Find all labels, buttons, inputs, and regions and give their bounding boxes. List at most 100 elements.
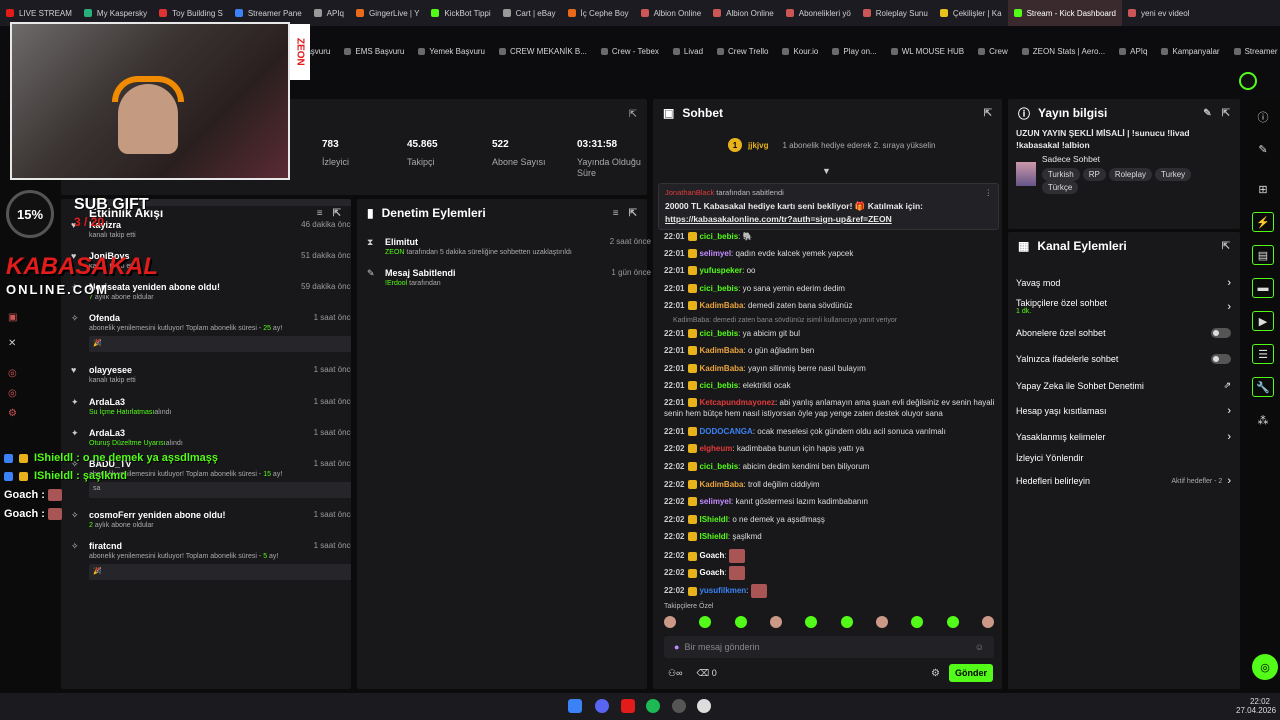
moderation-by[interactable]: ZEON	[385, 249, 404, 256]
media-icon[interactable]	[697, 699, 711, 713]
browser-icon[interactable]	[621, 699, 635, 713]
chat-username[interactable]: selimyel	[699, 497, 731, 506]
browser-tab[interactable]: KickBot Tippi	[425, 0, 496, 26]
avatar[interactable]	[1239, 72, 1257, 90]
bookmark-item[interactable]: Livad	[672, 47, 703, 56]
stream-tag[interactable]: Turkey	[1155, 168, 1192, 181]
expand-icon[interactable]: ⇱	[333, 208, 341, 219]
grid-icon[interactable]: ⊞	[1252, 179, 1274, 199]
channel-action-item[interactable]: İzleyici Yönlendir	[1016, 453, 1231, 463]
users-icon[interactable]: ⚇∞	[668, 668, 682, 679]
emote-icon[interactable]	[769, 616, 782, 628]
trash-icon[interactable]: ⌫ 0	[696, 668, 716, 679]
pin-icon[interactable]: ⋮	[985, 188, 993, 197]
list-icon[interactable]: ☰	[1252, 344, 1274, 364]
send-button[interactable]: Gönder	[949, 664, 993, 682]
support-icon[interactable]: ◎	[1252, 654, 1278, 680]
chat-username[interactable]: yusufilkmen	[699, 586, 746, 595]
category-thumbnail[interactable]	[1016, 162, 1036, 186]
chat-username[interactable]: elgheum	[699, 444, 732, 453]
video-icon[interactable]: ▶	[1252, 311, 1274, 331]
channel-action-item[interactable]: Takipçilere özel sohbet 1 dk. ›	[1016, 298, 1231, 315]
chat-username[interactable]: KadimBaba	[699, 346, 743, 355]
moderation-by[interactable]: !Erdool	[385, 280, 407, 287]
bookmark-item[interactable]: Crew - Tebex	[600, 47, 659, 56]
browser-tab[interactable]: Albion Online	[707, 0, 780, 26]
spotify-icon[interactable]	[646, 699, 660, 713]
chat-username[interactable]: KadimBaba	[699, 480, 743, 489]
browser-tab[interactable]: İç Cephe Boy	[562, 0, 635, 26]
wrench-icon[interactable]: 🔧	[1252, 377, 1274, 397]
feed-name[interactable]: olayyesee	[71, 365, 132, 375]
browser-tab[interactable]: Cart | eBay	[497, 0, 562, 26]
chat-input[interactable]: ● Bir mesaj gönderin ☺	[664, 636, 994, 658]
channel-action-item[interactable]: Yavaş mod ›	[1016, 277, 1231, 289]
channel-action-item[interactable]: Abonelere özel sohbet	[1016, 328, 1231, 338]
moderation-name[interactable]: Mesaj Sabitlendi	[367, 268, 456, 278]
browser-tab[interactable]: yeni ev videol	[1122, 0, 1195, 26]
expand-icon[interactable]: ⇱	[984, 108, 992, 119]
emote-icon[interactable]	[875, 616, 888, 628]
browser-tab[interactable]: Albion Online	[635, 0, 708, 26]
expand-icon[interactable]: ⇱	[629, 109, 637, 120]
emote-icon[interactable]	[805, 616, 818, 628]
feed-name[interactable]: ArdaLa3	[71, 397, 125, 407]
toggle-switch[interactable]	[1211, 354, 1231, 364]
pinned-user[interactable]: JonathanBlack	[665, 188, 714, 197]
bookmark-item[interactable]: Streamer Panel	[1233, 47, 1280, 56]
filter-icon[interactable]: ≡	[613, 208, 619, 219]
stream-tag[interactable]: Turkish	[1041, 168, 1080, 181]
browser-tab[interactable]: APIq	[308, 0, 350, 26]
emote-icon[interactable]	[946, 616, 959, 628]
toggle-switch[interactable]	[1211, 328, 1231, 338]
stream-tag[interactable]: RP	[1082, 168, 1106, 181]
emote-icon[interactable]	[734, 616, 747, 628]
emoji-icon[interactable]: ☺	[975, 642, 984, 652]
bookmark-item[interactable]: WL MOUSE HUB	[890, 47, 964, 56]
channel-action-item[interactable]: Hedefleri belirleyin Aktif hedefler - 2 ›	[1016, 475, 1231, 487]
browser-tab[interactable]: GingerLive | Y	[350, 0, 425, 26]
note-icon[interactable]: ▤	[1252, 245, 1274, 265]
bookmark-item[interactable]: Play on...	[832, 47, 877, 56]
chat-username[interactable]: cici_bebis	[699, 381, 738, 390]
bookmark-item[interactable]: APIq	[1119, 47, 1147, 56]
pinned-link[interactable]: https://kabasakalonline.com/tr?auth=sign…	[665, 214, 992, 224]
settings-icon[interactable]: ⚙	[931, 668, 940, 679]
browser-tab[interactable]: Çekilişler | Ka	[934, 0, 1008, 26]
chat-username[interactable]: selimyel	[699, 249, 731, 258]
mic-icon[interactable]: ●	[674, 642, 679, 652]
start-icon[interactable]	[568, 699, 582, 713]
emote-icon[interactable]	[840, 616, 853, 628]
chat-username[interactable]: IShieldl	[699, 532, 727, 541]
bookmark-item[interactable]: Yemek Başvuru	[418, 47, 485, 56]
channel-action-item[interactable]: Hesap yaşı kısıtlaması ›	[1016, 405, 1231, 417]
bolt-icon[interactable]: ⚡	[1252, 212, 1274, 232]
collapse-icon[interactable]: ▼	[822, 166, 831, 176]
channel-action-item[interactable]: Yasaklanmış kelimeler ›	[1016, 431, 1231, 443]
feed-name[interactable]: cosmoFerr yeniden abone oldu!	[71, 510, 226, 520]
chat-username[interactable]: cici_bebis	[699, 462, 738, 471]
chat-username[interactable]: Goach	[699, 551, 724, 560]
chat-username[interactable]: KadimBaba	[699, 301, 743, 310]
chat-username[interactable]: DODOCANGA	[699, 427, 752, 436]
chat-username[interactable]: KadimBaba	[699, 364, 743, 373]
browser-tab[interactable]: Stream - Kick Dashboard	[1007, 0, 1122, 26]
bookmark-item[interactable]: EMS Başvuru	[344, 47, 404, 56]
filter-icon[interactable]: ≡	[317, 208, 323, 219]
info-icon[interactable]: ⓘ	[1252, 107, 1274, 127]
emote-icon[interactable]	[699, 616, 712, 628]
bookmark-item[interactable]: CREW MEKANİK B...	[499, 47, 587, 56]
moderation-name[interactable]: Elimitut	[367, 237, 418, 247]
emote-icon[interactable]	[911, 616, 924, 628]
chat-username[interactable]: Ketcapundmayonez	[699, 398, 775, 407]
edit-icon[interactable]: ✎	[1252, 139, 1274, 159]
chat-username[interactable]: yufuspeker	[699, 266, 742, 275]
browser-tab[interactable]: Abonelikleri yö	[780, 0, 857, 26]
emote-icon[interactable]	[664, 616, 676, 628]
bookmark-item[interactable]: Kour.io	[782, 47, 818, 56]
chat-username[interactable]: cici_bebis	[699, 284, 738, 293]
edit-icon[interactable]: ✎	[1203, 108, 1211, 119]
chat-username[interactable]: Goach	[699, 568, 724, 577]
chat-username[interactable]: IShieldl	[699, 515, 727, 524]
channel-action-item[interactable]: Yapay Zeka ile Sohbet Denetimi ⇗	[1016, 380, 1231, 391]
